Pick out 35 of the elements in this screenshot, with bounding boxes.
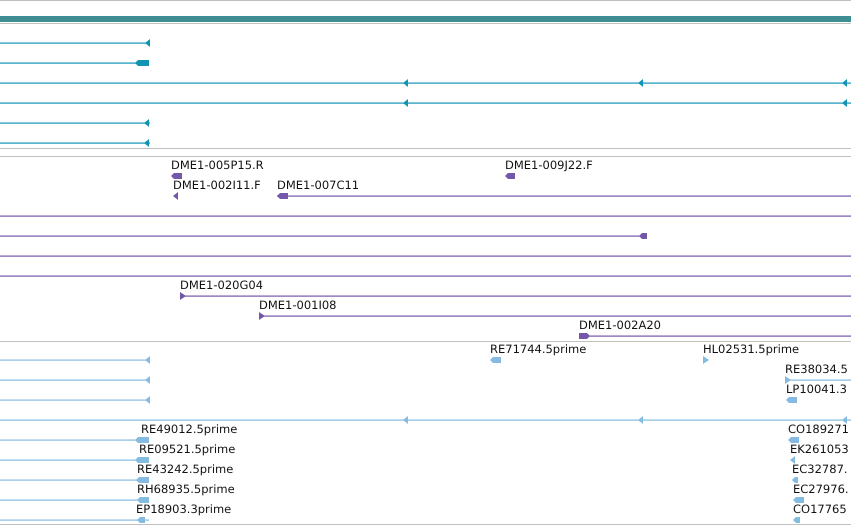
feature-glyph[interactable] <box>0 39 150 47</box>
feature-label: EP18903.3prime <box>136 502 232 516</box>
feature-glyph[interactable] <box>0 233 647 239</box>
feature-label: DME1-002I11.F <box>173 178 261 192</box>
feature-label: DME1-020G04 <box>180 278 264 292</box>
feature-glyph[interactable] <box>0 139 150 147</box>
feature-glyph[interactable] <box>173 192 178 200</box>
feature-glyph[interactable] <box>277 193 851 199</box>
feature-label: RE49012.5prime <box>141 422 238 436</box>
feature-glyph[interactable] <box>505 173 515 179</box>
feature-label: DME1-002A20 <box>579 318 661 332</box>
feature-glyph[interactable] <box>0 79 851 87</box>
feature-label: LP10041.3 <box>786 382 847 396</box>
feature-label: RE09521.5prime <box>139 442 236 456</box>
feature-glyph[interactable] <box>259 312 851 320</box>
feature-label: RE43242.5prime <box>137 462 234 476</box>
feature-label: RE38034.5 <box>785 362 848 376</box>
feature-label: EK261053 <box>790 442 849 456</box>
feature-label: RE71744.5prime <box>490 342 586 356</box>
feature-label: DME1-005P15.R <box>171 158 264 172</box>
feature-label: EC32787. <box>792 462 848 476</box>
feature-glyph[interactable] <box>0 119 150 127</box>
feature-label: DME1-007C11 <box>277 178 360 192</box>
feature-label: DME1-009J22.F <box>505 158 593 172</box>
feature-label: HL02531.5prime <box>703 342 800 356</box>
feature-label: CO189271 <box>788 422 849 436</box>
feature-glyph[interactable] <box>180 292 851 300</box>
feature-glyph[interactable] <box>579 333 851 339</box>
feature-label: DME1-001I08 <box>259 298 336 312</box>
feature-glyph[interactable] <box>171 173 182 179</box>
feature-glyph[interactable] <box>0 99 851 107</box>
feature-label: EC27976. <box>793 482 849 496</box>
feature-glyph[interactable] <box>0 60 149 66</box>
feature-label: RH68935.5prime <box>137 482 235 496</box>
feature-label: CO17765 <box>793 502 847 516</box>
